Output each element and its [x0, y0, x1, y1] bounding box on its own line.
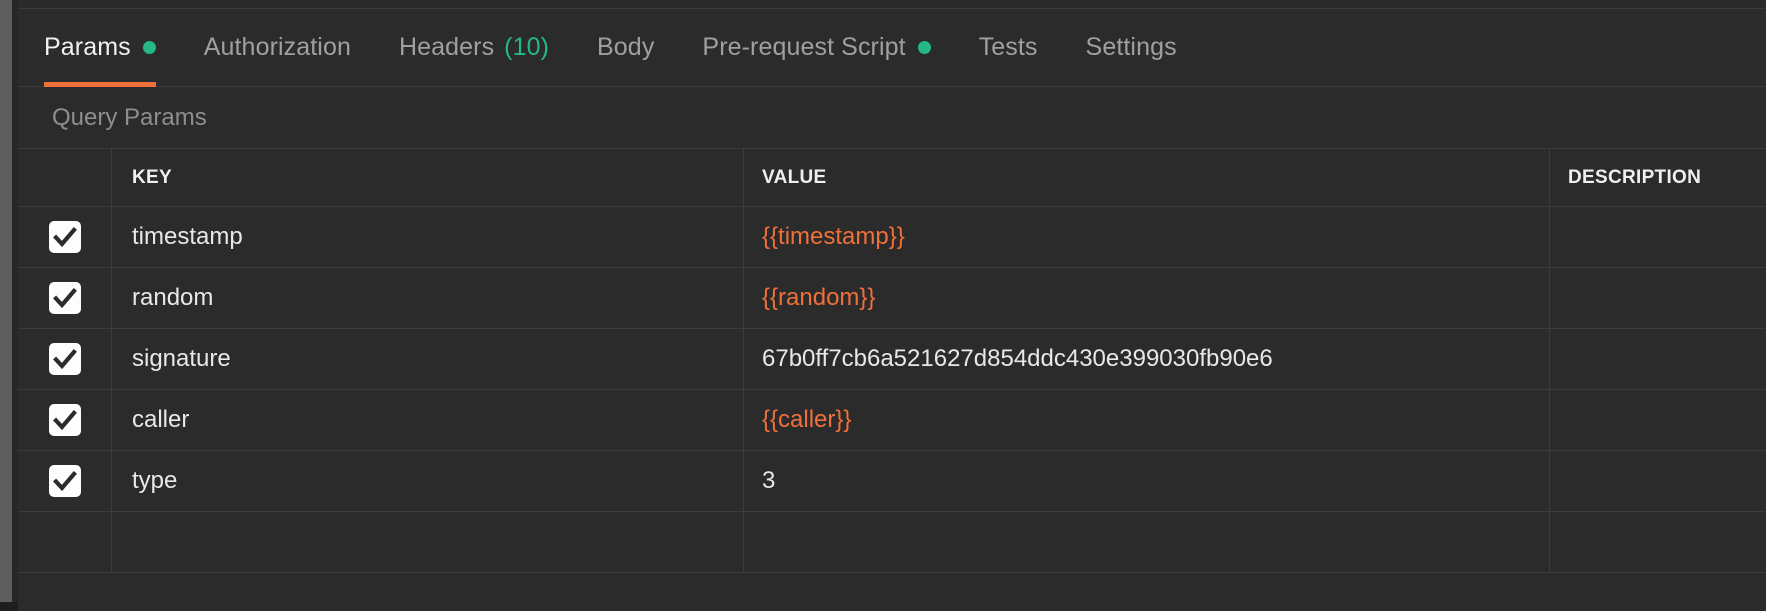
param-value-text: {{timestamp}} [762, 223, 905, 250]
tab-label: Settings [1085, 33, 1177, 61]
param-key-cell[interactable]: signature [112, 329, 744, 389]
tab-label: Authorization [203, 33, 351, 61]
param-value-cell[interactable]: 3 [744, 451, 1550, 511]
tab-status-dot-icon [917, 41, 931, 54]
param-value-cell[interactable]: {{random}} [744, 268, 1550, 328]
param-value-cell[interactable] [744, 512, 1550, 572]
param-description-cell[interactable] [1550, 207, 1766, 267]
tab-label: Body [597, 33, 655, 61]
tab-pre-request-script[interactable]: Pre-request Script [678, 9, 954, 87]
table-row[interactable]: signature 67b0ff7cb6a521627d854ddc430e399… [18, 329, 1766, 390]
row-enable-checkbox[interactable] [48, 282, 81, 314]
param-value-cell[interactable]: {{caller}} [744, 390, 1550, 450]
tab-label: Pre-request Script [702, 33, 906, 61]
param-value-text: {{caller}} [762, 406, 852, 433]
param-key-cell[interactable]: timestamp [112, 207, 744, 267]
row-enable-cell [18, 451, 112, 511]
param-description-cell[interactable] [1550, 451, 1766, 511]
param-value-text: 3 [762, 467, 776, 494]
row-enable-checkbox[interactable] [48, 221, 81, 253]
query-params-title: Query Params [18, 87, 1766, 149]
request-content-pane: Params Authorization Headers (10) Body Pre-re… [18, 8, 1766, 611]
param-key-text: type [132, 467, 178, 494]
table-row[interactable]: timestamp {{timestamp}} [18, 207, 1766, 268]
query-params-table: KEY VALUE DESCRIPTION timestamp {{timesta… [18, 149, 1766, 611]
param-key-text: caller [132, 406, 190, 433]
active-tab-underline [44, 81, 156, 87]
param-key-text: timestamp [132, 223, 243, 250]
tab-status-dot-icon [142, 41, 156, 54]
header-checkbox-cell [18, 149, 112, 206]
param-value-cell[interactable]: {{timestamp}} [744, 207, 1550, 267]
table-row[interactable]: type 3 [18, 451, 1766, 512]
param-value-text: {{random}} [762, 284, 876, 311]
param-value-text: 67b0ff7cb6a521627d854ddc430e399030fb90e6 [762, 345, 1273, 372]
table-row[interactable]: caller {{caller}} [18, 390, 1766, 451]
tab-label: Params [44, 33, 131, 61]
param-key-cell[interactable]: random [112, 268, 744, 328]
table-row[interactable] [18, 512, 1766, 573]
param-key-cell[interactable]: caller [112, 390, 744, 450]
tab-label: Headers [398, 33, 495, 61]
header-value: VALUE [744, 149, 1550, 206]
row-enable-cell [18, 512, 112, 572]
param-key-cell[interactable] [112, 512, 744, 572]
row-enable-cell [18, 329, 112, 389]
tab-authorization[interactable]: Authorization [180, 9, 375, 87]
request-builder-pane: Params Authorization Headers (10) Body Pre-re… [0, 0, 1766, 611]
tab-headers[interactable]: Headers (10) [375, 9, 573, 87]
tab-settings[interactable]: Settings [1062, 9, 1201, 87]
row-enable-checkbox[interactable] [48, 343, 81, 375]
tab-label: Tests [978, 33, 1038, 61]
tab-params[interactable]: Params [36, 9, 180, 87]
request-tabs: Params Authorization Headers (10) Body Pre-re… [18, 9, 1766, 87]
row-enable-checkbox[interactable] [48, 465, 81, 497]
table-row[interactable]: random {{random}} [18, 268, 1766, 329]
tab-body[interactable]: Body [573, 9, 678, 87]
param-key-text: signature [132, 345, 231, 372]
row-enable-cell [18, 207, 112, 267]
param-description-cell[interactable] [1550, 268, 1766, 328]
tab-tests[interactable]: Tests [955, 9, 1062, 87]
param-value-cell[interactable]: 67b0ff7cb6a521627d854ddc430e399030fb90e6 [744, 329, 1550, 389]
param-description-cell[interactable] [1550, 512, 1766, 572]
row-enable-cell [18, 390, 112, 450]
row-enable-checkbox[interactable] [48, 404, 81, 436]
tab-count-badge: (10) [504, 33, 550, 61]
vertical-scrollbar[interactable] [0, 0, 12, 602]
table-header-row: KEY VALUE DESCRIPTION [18, 149, 1766, 207]
header-key: KEY [112, 149, 744, 206]
row-enable-cell [18, 268, 112, 328]
param-description-cell[interactable] [1550, 329, 1766, 389]
header-description: DESCRIPTION [1568, 166, 1702, 188]
param-key-cell[interactable]: type [112, 451, 744, 511]
param-key-text: random [132, 284, 214, 311]
param-description-cell[interactable] [1550, 390, 1766, 450]
